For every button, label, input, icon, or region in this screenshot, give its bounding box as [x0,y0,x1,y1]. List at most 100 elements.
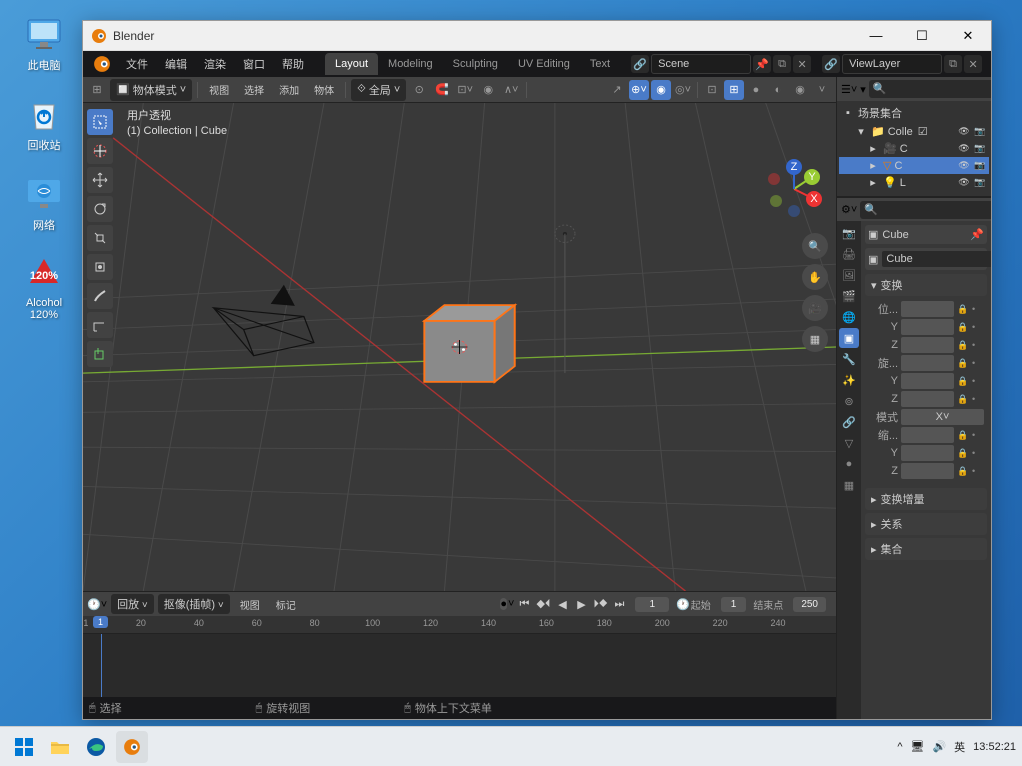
play-icon[interactable]: ▶ [572,595,590,613]
mode-dropdown[interactable]: 🔲物体模式˅ [110,79,192,101]
scale-z[interactable] [901,463,954,479]
ptab-object[interactable]: ▣ [839,328,859,348]
gizmo-opts-icon[interactable]: ⊕˅ [629,80,649,100]
viewlayer-input[interactable] [842,54,942,74]
prop-name-field[interactable]: ▣ [865,248,987,270]
playhead[interactable] [101,634,102,697]
shading-wire-icon[interactable]: ⊞ [724,80,744,100]
orient-dropdown[interactable]: ⟐全局˅ [351,79,406,101]
timeline-editor-icon[interactable]: 🕐˅ [87,598,107,611]
start-button[interactable] [8,731,40,763]
viewlayer-browse-icon[interactable]: 🔗 [822,55,840,73]
propedit-opts-icon[interactable]: ∧˅ [501,80,521,100]
tl-menu-marker[interactable]: 标记 [270,595,302,614]
tray-monitor-icon[interactable]: 🖥 [911,740,925,753]
end-frame[interactable]: 250 [793,597,826,612]
tree-camera[interactable]: ▸🎥C👁📷 [839,140,989,157]
tab-sculpting[interactable]: Sculpting [443,53,508,75]
maximize-button[interactable]: ☐ [899,21,945,51]
tool-rotate[interactable] [87,196,113,222]
taskbar[interactable]: ^ 🖥 🔊 英 13:52:21 [0,726,1022,766]
ptab-data[interactable]: ▽ [839,433,859,453]
jump-next-key-icon[interactable]: ⏵◆ [591,595,609,613]
tree-cube[interactable]: ▸▽C👁📷 [839,157,989,174]
tab-modeling[interactable]: Modeling [378,53,443,75]
tree-scene-collection[interactable]: ▪场景集合 [839,103,989,123]
editor-type-icon[interactable]: ⊞ [87,80,107,100]
nav-gizmo[interactable]: X Y Z [764,159,824,219]
panel-collection[interactable]: ▸ 集合 [865,538,987,560]
minimize-button[interactable]: — [853,21,899,51]
ptab-output[interactable]: 🖨 [839,244,859,264]
menu-render[interactable]: 渲染 [196,52,234,76]
current-frame[interactable]: 1 [635,597,669,612]
rot-x[interactable] [901,355,954,371]
tray-volume-icon[interactable]: 🔊 [932,740,946,753]
tool-scale[interactable] [87,225,113,251]
props-editor-icon[interactable]: ⚙˅ [841,203,857,216]
perspective-button[interactable]: ▦ [802,326,828,352]
vmenu-select[interactable]: 选择 [238,79,270,100]
overlay-icon[interactable]: ◉ [651,80,671,100]
jump-start-icon[interactable]: ⏮ [515,595,533,613]
tree-collection[interactable]: ▾📁Colle☑👁📷 [839,123,989,140]
jump-prev-key-icon[interactable]: ◆⏴ [534,595,552,613]
play-rev-icon[interactable]: ◀ [553,595,571,613]
tool-addcube[interactable] [87,341,113,367]
scale-y[interactable] [901,445,954,461]
tab-layout[interactable]: Layout [325,53,378,75]
autokey-icon[interactable]: ● [500,598,507,610]
scene-new-icon[interactable]: ⧉ [773,55,791,73]
tab-uvediting[interactable]: UV Editing [508,53,580,75]
scene-browse-icon[interactable]: 🔗 [631,55,649,73]
rot-z[interactable] [901,391,954,407]
ptab-constraint[interactable]: 🔗 [839,412,859,432]
titlebar[interactable]: Blender — ☐ ✕ [83,21,991,51]
panel-transform[interactable]: ▾ 变换 [865,274,987,296]
desktop-icon-network[interactable]: 网络 [14,174,74,233]
tool-cursor[interactable] [87,138,113,164]
shading-solid-icon[interactable]: ● [746,80,766,100]
scale-x[interactable] [901,427,954,443]
ptab-particle[interactable]: ✨ [839,370,859,390]
outliner-editor-icon[interactable]: ☰˅ [841,83,857,96]
autokey-opts[interactable]: ˅ [508,598,514,610]
viewport-3d[interactable]: 用户透视 (1) Collection | Cube X Y Z [83,103,836,591]
tree-light[interactable]: ▸💡L👁📷 [839,174,989,191]
rot-y[interactable] [901,373,954,389]
tray-time[interactable]: 13:52:21 [973,741,1016,753]
jump-end-icon[interactable]: ⏭ [610,595,628,613]
start-frame[interactable]: 1 [721,597,747,612]
desktop-icon-alcohol[interactable]: 120% Alcohol 120% [14,254,74,321]
tray-chevron-icon[interactable]: ^ [897,741,902,753]
tl-menu-view[interactable]: 视图 [234,595,266,614]
vmenu-object[interactable]: 物体 [308,79,340,100]
ptab-world[interactable]: 🌐 [839,307,859,327]
ptab-scene[interactable]: 🎬 [839,286,859,306]
frame-lock-icon[interactable]: 🕐 [676,598,690,611]
scene-pin-icon[interactable]: 📌 [753,55,771,73]
vmenu-view[interactable]: 视图 [203,79,235,100]
outliner-search[interactable] [869,80,991,98]
panel-relations[interactable]: ▸ 关系 [865,513,987,535]
ptab-viewlayer[interactable]: 🖼 [839,265,859,285]
props-search[interactable] [860,201,991,219]
gizmo-icon[interactable]: ↗ [607,80,627,100]
menu-edit[interactable]: 编辑 [157,52,195,76]
tab-text[interactable]: Text [580,53,620,75]
loc-x[interactable] [901,301,954,317]
pivot-icon[interactable]: ⊙ [409,80,429,100]
xray-icon[interactable]: ⊡ [702,80,722,100]
shading-opts-icon[interactable]: ˅ [812,80,832,100]
tray-lang[interactable]: 英 [954,739,965,755]
outliner-display-icon[interactable]: ▾ [860,83,866,96]
zoom-button[interactable]: 🔍 [802,233,828,259]
menu-file[interactable]: 文件 [118,52,156,76]
vmenu-add[interactable]: 添加 [273,79,305,100]
shading-render-icon[interactable]: ◉ [790,80,810,100]
desktop-icon-recycle[interactable]: 回收站 [14,94,74,153]
keying-dropdown[interactable]: 抠像(插帧) ˅ [158,594,230,614]
viewlayer-del-icon[interactable]: ✕ [964,55,982,73]
viewlayer-new-icon[interactable]: ⧉ [944,55,962,73]
scene-del-icon[interactable]: ✕ [793,55,811,73]
